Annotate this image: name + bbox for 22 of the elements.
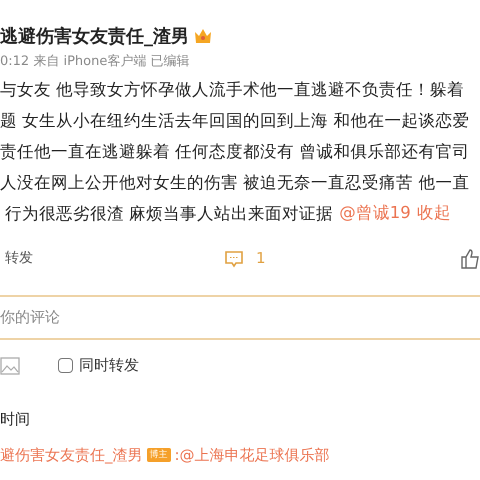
sort-label[interactable]: 时间 [0,408,480,430]
checkbox-label: 同时转发 [79,355,139,376]
thumbs-up-icon[interactable] [461,248,480,268]
post-meta: 0:12 来自 iPhone客户端 已编辑 [0,53,190,71]
comment-text: :@上海申花足球俱乐部 [174,445,330,466]
crown-icon [193,27,213,45]
post-text: 行为很恶劣很渣 麻烦当事人站出来面对证据 [5,204,334,222]
collapse-link[interactable]: 收起 [416,200,451,226]
image-icon[interactable] [0,356,20,376]
repost-button[interactable]: 转发 [5,248,33,269]
comment-field[interactable]: 你的评论 [0,294,480,340]
post-text: 责任他一直在逃避躲着 任何态度都没有 曾诚和俱乐部还有官司 [0,142,470,160]
comment-count[interactable]: 1 [256,247,266,270]
post-text: 与女友 他导致女方怀孕做人流手术他一直逃避不负责任！躲着 [0,80,464,98]
author-name[interactable]: 逃避伤害女友责任_渣男 [0,22,189,50]
mention-link[interactable]: @曾诚19 [339,200,411,226]
author-badge: 博主 [146,448,170,462]
post-text: 人没在网上公开他对女生的伤害 被迫无奈一直忍受痛苦 他一直 [0,172,470,192]
comment-icon[interactable] [224,250,244,268]
commenter-name[interactable]: 避伤害女友责任_渣男 [0,444,142,466]
checkbox[interactable] [58,358,73,373]
post-text: 题 女生从小在纽约生活去年回国的回到上海 和他在一起谈恋爱 [0,110,470,130]
